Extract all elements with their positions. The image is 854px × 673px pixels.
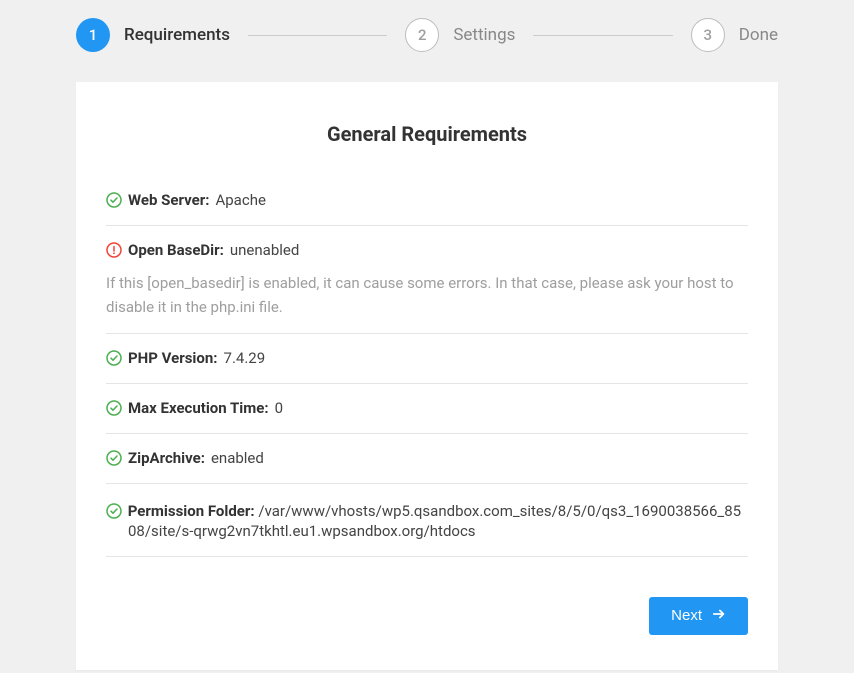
- step-done[interactable]: 3 Done: [691, 18, 778, 52]
- req-permission-folder: Permission Folder: /var/www/vhosts/wp5.q…: [106, 484, 748, 557]
- step-label-requirements: Requirements: [124, 25, 230, 45]
- req-value: 0: [275, 398, 283, 419]
- req-label: ZipArchive:: [128, 448, 205, 469]
- req-value: 7.4.29: [224, 348, 266, 369]
- req-label: Max Execution Time:: [128, 398, 269, 419]
- requirements-card: General Requirements Web Server: Apache …: [76, 82, 778, 670]
- step-number-2: 2: [405, 18, 439, 52]
- req-web-server: Web Server: Apache: [106, 176, 748, 226]
- arrow-right-icon: [712, 607, 726, 625]
- req-max-exec-time: Max Execution Time: 0: [106, 384, 748, 434]
- step-number-3: 3: [691, 18, 725, 52]
- req-ziparchive: ZipArchive: enabled: [106, 434, 748, 484]
- req-label: Permission Folder:: [128, 502, 255, 520]
- req-value: Apache: [215, 190, 265, 211]
- step-divider: [533, 35, 672, 36]
- req-label: Open BaseDir:: [128, 240, 224, 261]
- check-icon: [106, 503, 122, 519]
- step-label-done: Done: [739, 25, 778, 45]
- req-label: Web Server:: [128, 190, 209, 211]
- step-divider: [248, 35, 387, 36]
- req-php-version: PHP Version: 7.4.29: [106, 334, 748, 384]
- req-note: If this [open_basedir] is enabled, it ca…: [106, 271, 748, 319]
- check-icon: [106, 450, 122, 466]
- req-value: unenabled: [230, 240, 299, 261]
- req-label: PHP Version:: [128, 348, 218, 369]
- req-value: enabled: [211, 448, 264, 469]
- step-number-1: 1: [76, 18, 110, 52]
- next-button[interactable]: Next: [649, 597, 748, 635]
- next-button-label: Next: [671, 607, 702, 624]
- alert-icon: [106, 242, 122, 258]
- stepper: 1 Requirements 2 Settings 3 Done: [76, 10, 778, 52]
- step-label-settings: Settings: [453, 25, 515, 45]
- req-open-basedir: Open BaseDir: unenabled If this [open_ba…: [106, 226, 748, 334]
- page-title: General Requirements: [106, 122, 748, 146]
- check-icon: [106, 192, 122, 208]
- step-requirements[interactable]: 1 Requirements: [76, 18, 230, 52]
- check-icon: [106, 350, 122, 366]
- step-settings[interactable]: 2 Settings: [405, 18, 515, 52]
- check-icon: [106, 400, 122, 416]
